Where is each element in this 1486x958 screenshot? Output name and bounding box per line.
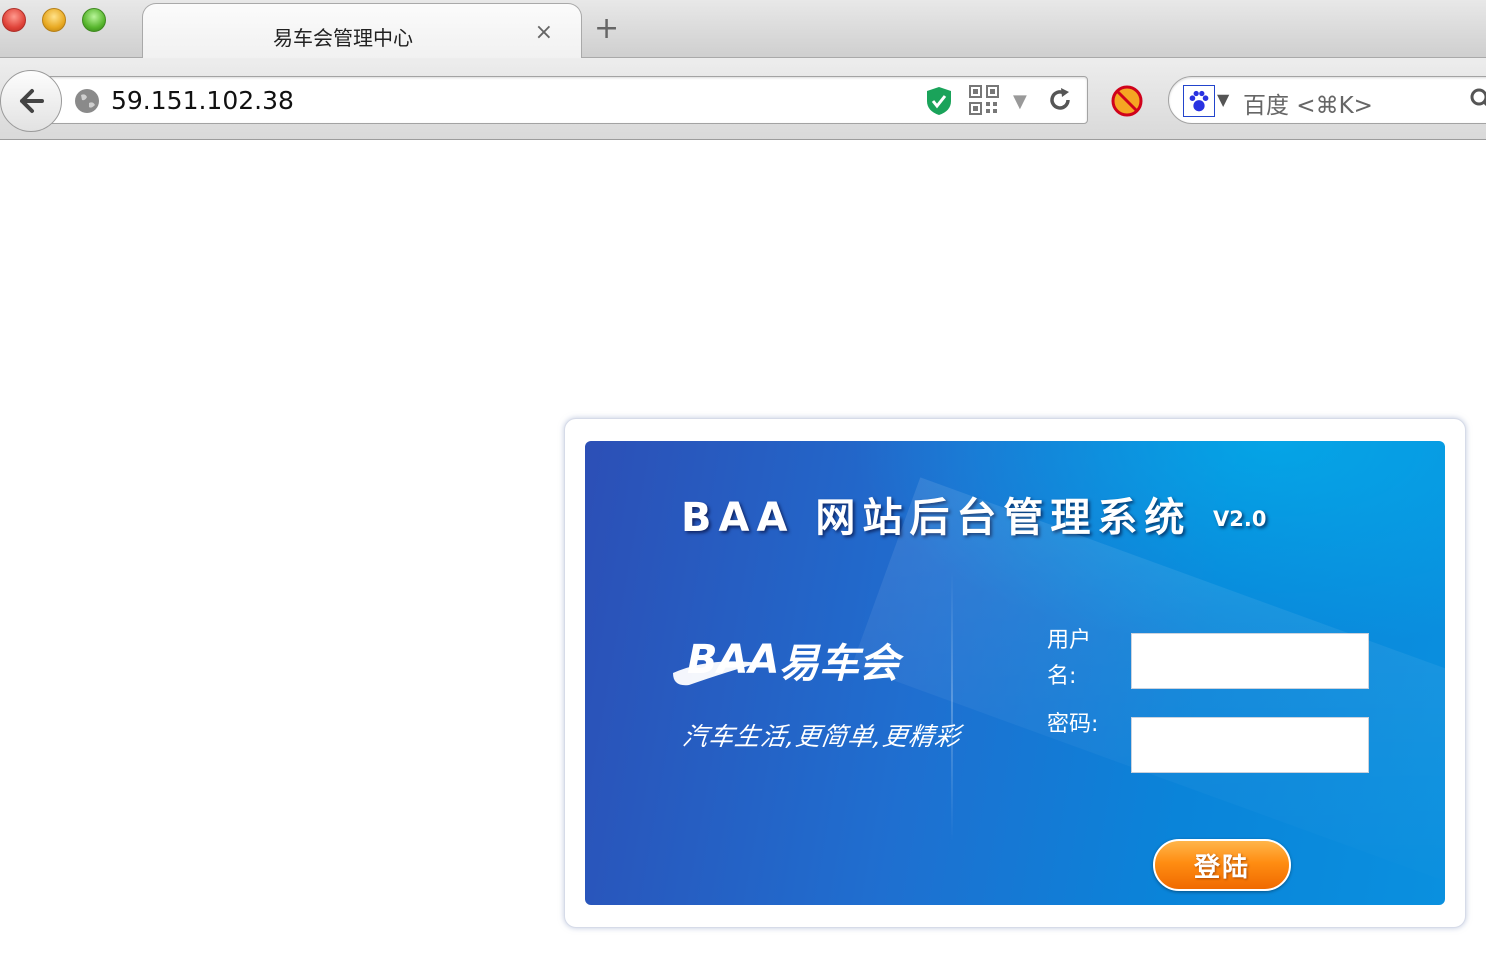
username-input[interactable] (1131, 633, 1369, 689)
baidu-paw-icon[interactable] (1183, 85, 1215, 117)
login-panel: BAA 网站后台管理系统 V2.0 BAA 易车会 汽车生活,更简单,更精彩 用… (585, 441, 1445, 905)
search-placeholder[interactable]: 百度 <⌘K> (1243, 86, 1373, 120)
url-text[interactable]: 59.151.102.38 (111, 86, 294, 115)
search-engine-dropdown-icon[interactable]: ▼ (1217, 90, 1229, 109)
back-button[interactable] (0, 70, 62, 132)
address-bar[interactable]: 59.151.102.38 ▼ (46, 76, 1088, 124)
password-input[interactable] (1131, 717, 1369, 773)
slogan: 汽车生活,更简单,更精彩 (680, 722, 963, 751)
zoom-window-button[interactable] (82, 8, 106, 32)
search-icon[interactable] (1469, 87, 1486, 111)
security-shield-icon[interactable] (925, 85, 953, 117)
close-window-button[interactable] (2, 8, 26, 32)
new-tab-button[interactable]: + (594, 14, 619, 44)
back-arrow-icon (20, 89, 44, 113)
adblock-icon[interactable] (1110, 84, 1144, 118)
globe-icon (75, 89, 99, 113)
system-title: BAA 网站后台管理系统 (681, 495, 1192, 541)
login-button[interactable]: 登陆 (1153, 839, 1291, 891)
logo-text: 易车会 (779, 641, 904, 687)
search-bar[interactable]: ▼ 百度 <⌘K> (1168, 76, 1486, 124)
username-label: 用户名: (1047, 628, 1092, 689)
dropdown-arrow-icon[interactable]: ▼ (1013, 91, 1027, 112)
qr-code-icon[interactable] (969, 85, 999, 115)
system-version: V2.0 (1213, 507, 1267, 531)
minimize-window-button[interactable] (42, 8, 66, 32)
svg-text:BAA: BAA (687, 637, 779, 683)
browser-titlebar: 易车会管理中心 × + (0, 0, 1486, 59)
baa-logo: BAA 易车会 (673, 637, 904, 687)
tab-close-icon[interactable]: × (535, 20, 553, 45)
tab-title: 易车会管理中心 (273, 26, 413, 50)
reload-icon[interactable] (1045, 85, 1075, 115)
password-label: 密码: (1047, 712, 1099, 737)
login-card: BAA 网站后台管理系统 V2.0 BAA 易车会 汽车生活,更简单,更精彩 用… (564, 418, 1466, 928)
panel-divider (951, 571, 953, 841)
active-tab[interactable]: 易车会管理中心 × (142, 3, 582, 59)
